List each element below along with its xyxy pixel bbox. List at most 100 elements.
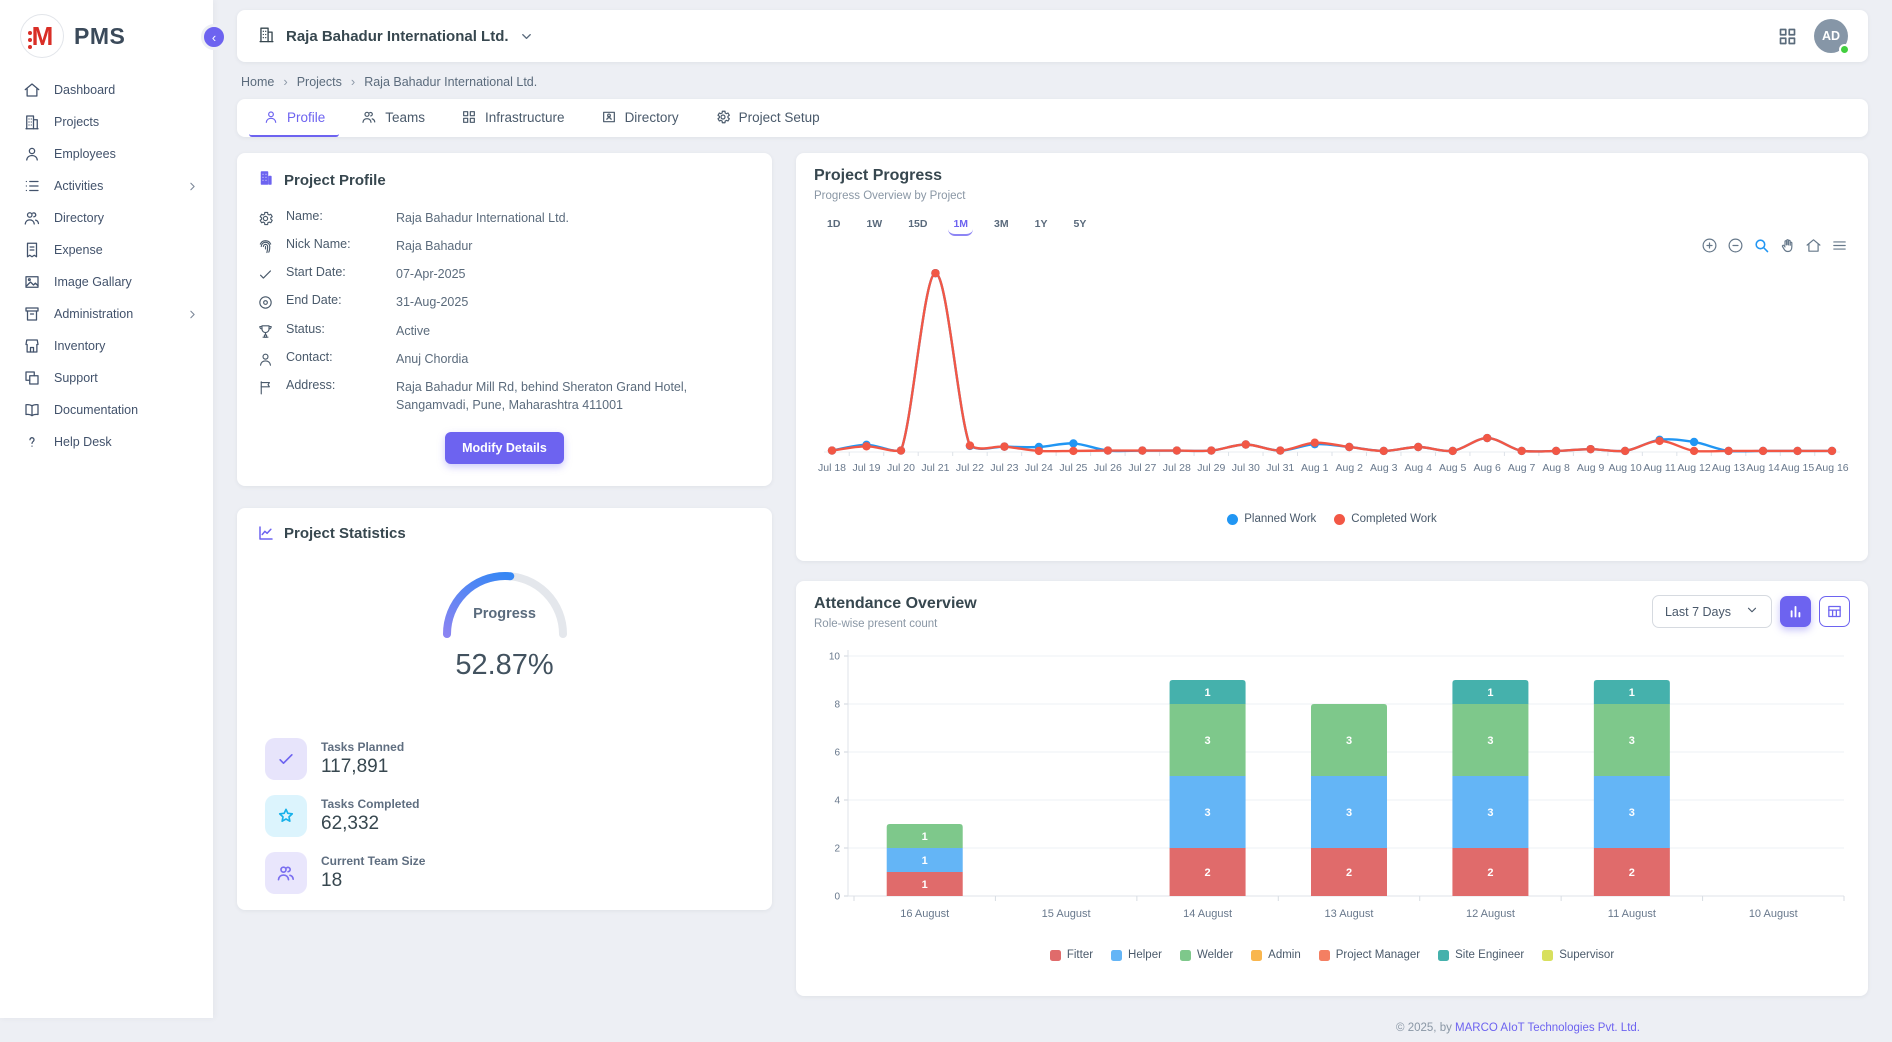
tab-project-setup[interactable]: Project Setup <box>701 99 834 137</box>
tab-teams[interactable]: Teams <box>347 99 439 137</box>
company-selector[interactable]: Raja Bahadur International Ltd. <box>257 25 534 48</box>
svg-text:3: 3 <box>1487 735 1493 747</box>
avatar-initials: AD <box>1822 29 1840 43</box>
attendance-overview-card: Attendance Overview Role-wise present co… <box>796 581 1868 996</box>
app-logo[interactable]: M PMS <box>0 10 213 74</box>
range-1y-button[interactable]: 1Y <box>1030 216 1053 236</box>
profile-field-name: Name: Raja Bahadur International Ltd. <box>257 209 752 227</box>
chevron-right-icon <box>186 308 199 321</box>
zoom-in-icon[interactable] <box>1701 237 1718 254</box>
sidebar-item-label: Administration <box>54 307 133 321</box>
breadcrumb-home[interactable]: Home <box>241 75 274 89</box>
check-icon <box>265 738 307 780</box>
sidebar-item-administration[interactable]: Administration <box>0 298 213 330</box>
range-3m-button[interactable]: 3M <box>989 216 1014 236</box>
svg-text:2: 2 <box>1346 867 1352 879</box>
legend-welder[interactable]: Welder <box>1180 949 1233 961</box>
project-progress-chart[interactable]: Jul 18Jul 19Jul 20Jul 21Jul 22Jul 23Jul … <box>814 252 1850 509</box>
menu-icon[interactable] <box>1831 237 1848 254</box>
field-label: Contact: <box>286 350 384 368</box>
breadcrumb-projects[interactable]: Projects <box>297 75 342 89</box>
profile-field-nick-name: Nick Name: Raja Bahadur <box>257 237 752 255</box>
range-select-value: Last 7 Days <box>1665 605 1731 619</box>
chevron-down-icon <box>1745 603 1759 620</box>
range-1d-button[interactable]: 1D <box>822 216 845 236</box>
svg-text:Aug 14: Aug 14 <box>1746 462 1779 474</box>
bar-chart-view-button[interactable] <box>1780 596 1811 627</box>
stat-label: Tasks Completed <box>321 797 419 811</box>
sidebar-item-activities[interactable]: Activities <box>0 170 213 202</box>
topbar: Raja Bahadur International Ltd. AD <box>237 10 1868 62</box>
table-view-button[interactable] <box>1819 596 1850 627</box>
svg-text:14 August: 14 August <box>1183 908 1232 920</box>
project-progress-card: Project Progress Progress Overview by Pr… <box>796 153 1868 561</box>
legend-helper[interactable]: Helper <box>1111 949 1162 961</box>
tab-directory[interactable]: Directory <box>587 99 693 137</box>
field-label: Status: <box>286 322 384 340</box>
apps-grid-button[interactable] <box>1777 26 1798 47</box>
field-label: Nick Name: <box>286 237 384 255</box>
range-15d-button[interactable]: 15D <box>903 216 932 236</box>
svg-text:Jul 28: Jul 28 <box>1163 462 1191 474</box>
svg-text:1: 1 <box>1629 687 1635 699</box>
sidebar-item-dashboard[interactable]: Dashboard <box>0 74 213 106</box>
sidebar-item-projects[interactable]: Projects <box>0 106 213 138</box>
svg-text:1: 1 <box>922 855 928 867</box>
range-1w-button[interactable]: 1W <box>861 216 887 236</box>
sidebar-item-employees[interactable]: Employees <box>0 138 213 170</box>
svg-text:Aug 1: Aug 1 <box>1301 462 1329 474</box>
sidebar-item-expense[interactable]: Expense <box>0 234 213 266</box>
zoom-out-icon[interactable] <box>1727 237 1744 254</box>
tab-infrastructure[interactable]: Infrastructure <box>447 99 579 137</box>
footer-company-link[interactable]: MARCO AIoT Technologies Pvt. Ltd. <box>1455 1022 1640 1034</box>
project-progress-title: Project Progress <box>814 167 942 185</box>
legend-completed-work[interactable]: Completed Work <box>1334 513 1436 525</box>
legend-square <box>1180 950 1191 961</box>
sidebar-item-support[interactable]: Support <box>0 362 213 394</box>
sidebar-collapse-button[interactable]: ‹ <box>201 24 227 50</box>
svg-text:Jul 31: Jul 31 <box>1266 462 1294 474</box>
stat-current-team-size: Current Team Size 18 <box>257 852 752 894</box>
pan-icon[interactable] <box>1779 237 1796 254</box>
tab-profile[interactable]: Profile <box>249 99 339 137</box>
legend-supervisor[interactable]: Supervisor <box>1542 949 1614 961</box>
range-select[interactable]: Last 7 Days <box>1652 595 1772 628</box>
sidebar-item-image-gallary[interactable]: Image Gallary <box>0 266 213 298</box>
modify-details-button[interactable]: Modify Details <box>445 432 564 464</box>
legend-square <box>1050 950 1061 961</box>
svg-text:8: 8 <box>834 700 840 711</box>
footer: © 2025, by MARCO AIoT Technologies Pvt. … <box>796 1016 1868 1042</box>
legend-planned-work[interactable]: Planned Work <box>1227 513 1316 525</box>
field-value: Raja Bahadur <box>396 237 472 255</box>
legend-site-engineer[interactable]: Site Engineer <box>1438 949 1524 961</box>
breadcrumb-raja-bahadur-international-ltd: Raja Bahadur International Ltd. <box>364 75 537 89</box>
sidebar-item-label: Inventory <box>54 339 105 353</box>
home-icon[interactable] <box>1805 237 1822 254</box>
sidebar-item-inventory[interactable]: Inventory <box>0 330 213 362</box>
range-1m-button[interactable]: 1M <box>948 216 973 236</box>
breadcrumb-separator: › <box>283 74 287 89</box>
fingerprint-icon <box>257 238 274 255</box>
svg-text:1: 1 <box>1205 687 1211 699</box>
legend-square <box>1542 950 1553 961</box>
tab-label: Project Setup <box>739 110 820 125</box>
field-label: Start Date: <box>286 265 384 283</box>
svg-text:Jul 24: Jul 24 <box>1025 462 1053 474</box>
legend-fitter[interactable]: Fitter <box>1050 949 1093 961</box>
sidebar-item-directory[interactable]: Directory <box>0 202 213 234</box>
legend-square <box>1438 950 1449 961</box>
sidebar-item-documentation[interactable]: Documentation <box>0 394 213 426</box>
selection-zoom-icon[interactable] <box>1753 237 1770 254</box>
avatar[interactable]: AD <box>1814 19 1848 53</box>
attendance-subtitle: Role-wise present count <box>814 618 977 630</box>
grid-icon <box>461 109 477 125</box>
topbar-right: AD <box>1777 19 1848 53</box>
legend-admin[interactable]: Admin <box>1251 949 1301 961</box>
sidebar-item-label: Projects <box>54 115 99 129</box>
attendance-chart[interactable]: 024681011116 August15 August233114 Augus… <box>814 640 1850 945</box>
sidebar-item-help-desk[interactable]: Help Desk <box>0 426 213 458</box>
sidebar-item-label: Employees <box>54 147 116 161</box>
range-5y-button[interactable]: 5Y <box>1068 216 1091 236</box>
legend-project-manager[interactable]: Project Manager <box>1319 949 1420 961</box>
company-name: Raja Bahadur International Ltd. <box>286 28 509 45</box>
